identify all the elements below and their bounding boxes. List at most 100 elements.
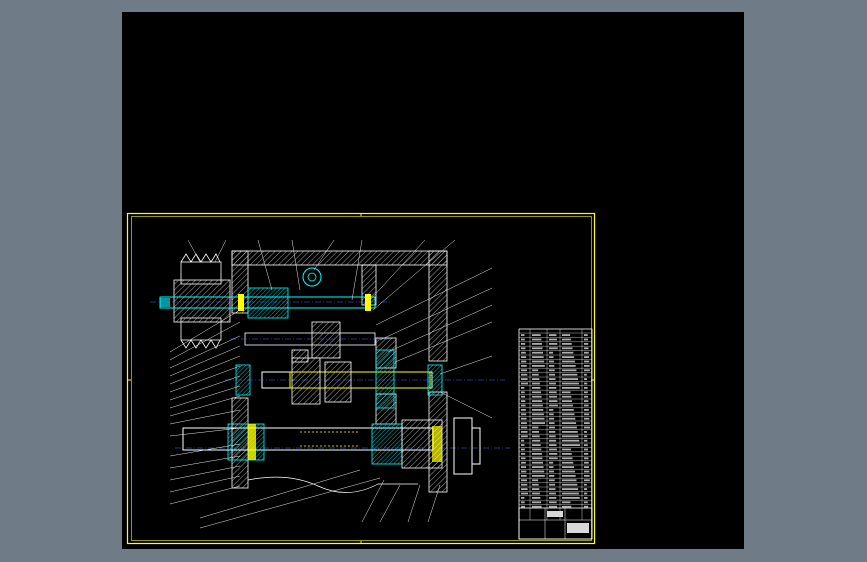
table-cell-mark bbox=[549, 439, 557, 442]
table-cell-mark bbox=[521, 409, 526, 411]
table-cell-mark bbox=[532, 435, 540, 438]
table-cell-mark bbox=[532, 365, 545, 367]
table-cell-mark bbox=[584, 409, 589, 411]
table-cell-mark bbox=[549, 369, 555, 372]
table-cell-mark bbox=[532, 444, 541, 446]
table-cell-mark bbox=[584, 413, 590, 416]
intermediate-shaft bbox=[230, 321, 390, 363]
table-cell-mark bbox=[562, 479, 577, 482]
table-cell-mark bbox=[562, 444, 580, 446]
table-cell-mark bbox=[521, 431, 528, 433]
table-cell-mark bbox=[584, 422, 590, 424]
table-cell-mark bbox=[521, 444, 525, 446]
table-cell-mark bbox=[532, 360, 545, 363]
table-cell-mark bbox=[532, 505, 542, 508]
table-cell-mark bbox=[532, 426, 539, 429]
table-cell-mark bbox=[532, 387, 541, 389]
table-cell-mark bbox=[562, 391, 571, 394]
table-cell-mark bbox=[562, 426, 577, 429]
table-cell-mark bbox=[584, 400, 589, 402]
balloon-leaders-left bbox=[169, 309, 381, 529]
table-cell-mark bbox=[521, 501, 525, 504]
parts-list-table bbox=[518, 328, 593, 540]
table-cell-mark bbox=[584, 343, 589, 345]
table-cell-mark bbox=[562, 395, 572, 398]
table-cell-mark bbox=[521, 461, 526, 464]
table-cell-mark bbox=[532, 378, 540, 380]
table-cell-mark bbox=[532, 479, 539, 482]
table-cell-mark bbox=[562, 505, 572, 508]
table-cell-mark bbox=[532, 338, 542, 341]
table-cell-mark bbox=[549, 475, 555, 477]
table-cell-mark bbox=[532, 334, 541, 336]
table-cell-mark bbox=[532, 382, 540, 385]
table-cell-mark bbox=[521, 466, 527, 468]
table-cell-mark bbox=[521, 470, 527, 473]
table-cell-mark bbox=[562, 492, 579, 495]
table-cell-mark bbox=[584, 387, 588, 389]
cad-model-space[interactable] bbox=[122, 12, 744, 549]
table-cell-mark bbox=[549, 365, 555, 367]
table-cell-mark bbox=[521, 400, 526, 402]
table-cell-mark bbox=[584, 351, 589, 354]
table-cell-mark bbox=[584, 505, 589, 508]
table-cell-mark bbox=[562, 373, 578, 376]
table-cell-mark bbox=[562, 413, 575, 416]
table-cell-mark bbox=[584, 391, 588, 394]
table-cell-mark bbox=[549, 343, 558, 345]
table-cell-mark bbox=[521, 435, 528, 438]
table-cell-mark bbox=[521, 347, 526, 350]
table-cell-mark bbox=[549, 488, 556, 490]
table-cell-mark bbox=[549, 382, 556, 385]
table-cell-mark bbox=[521, 497, 525, 499]
table-cell-mark bbox=[532, 373, 539, 376]
table-cell-mark bbox=[549, 404, 558, 407]
table-cell-mark bbox=[584, 417, 590, 420]
table-cell-mark bbox=[549, 444, 557, 446]
table-cell-mark bbox=[562, 448, 571, 451]
table-cell-mark bbox=[521, 475, 527, 477]
table-cell-mark bbox=[584, 365, 590, 367]
table-cell-mark bbox=[562, 470, 575, 473]
table-cell-mark bbox=[584, 457, 589, 460]
table-cell-mark bbox=[549, 448, 557, 451]
table-cell-mark bbox=[549, 505, 558, 508]
table-cell-mark bbox=[549, 347, 558, 350]
table-cell-mark bbox=[549, 466, 554, 468]
table-cell-mark bbox=[562, 475, 576, 477]
table-cell-mark bbox=[584, 431, 587, 433]
middle-shaft bbox=[225, 349, 505, 409]
table-cell-mark bbox=[532, 461, 543, 464]
gearbox-section-view bbox=[150, 239, 510, 529]
table-cell-mark bbox=[562, 356, 575, 358]
table-cell-mark bbox=[584, 373, 587, 376]
table-cell-mark bbox=[532, 497, 541, 499]
table-cell-mark bbox=[532, 422, 545, 424]
table-cell-mark bbox=[562, 409, 574, 411]
table-cell-mark bbox=[562, 435, 579, 438]
table-cell-mark bbox=[521, 483, 528, 486]
table-cell-mark bbox=[532, 453, 542, 455]
table-cell-mark bbox=[532, 448, 542, 451]
table-cell-mark bbox=[532, 492, 540, 495]
table-cell-mark bbox=[532, 417, 545, 420]
table-cell-mark bbox=[562, 488, 579, 490]
table-cell-mark bbox=[562, 347, 573, 350]
table-cell-mark bbox=[584, 334, 588, 336]
table-cell-mark bbox=[549, 360, 554, 363]
table-cell-mark bbox=[549, 479, 555, 482]
table-cell-mark bbox=[584, 483, 587, 486]
table-cell-mark bbox=[584, 492, 588, 495]
table-cell-mark bbox=[521, 343, 526, 345]
table-cell-mark bbox=[562, 466, 575, 468]
table-cell-mark bbox=[549, 334, 557, 336]
table-cell-mark bbox=[562, 501, 571, 504]
table-cell-mark bbox=[584, 356, 589, 358]
table-cell-mark bbox=[562, 400, 573, 402]
table-cell-mark bbox=[549, 391, 557, 394]
table-cell-mark bbox=[562, 351, 574, 354]
table-cell-mark bbox=[521, 369, 527, 372]
table-cell-mark bbox=[549, 461, 554, 464]
table-cell-mark bbox=[562, 365, 576, 367]
table-cell-mark bbox=[549, 483, 556, 486]
